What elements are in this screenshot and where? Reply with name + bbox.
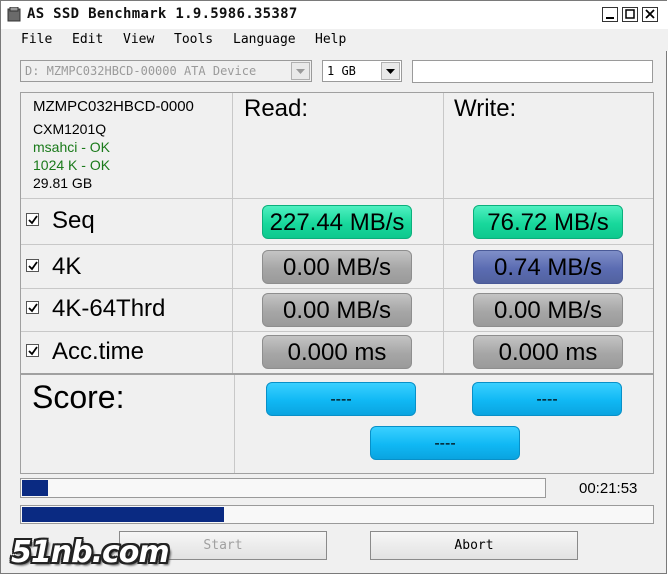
device-model: MZMPC032HBCD-0000 xyxy=(33,98,194,115)
4k-read-value: 0.00 MB/s xyxy=(262,250,412,284)
app-icon xyxy=(7,7,21,22)
maximize-icon xyxy=(625,9,635,19)
menu-bar: File Edit View Tools Language Help xyxy=(1,29,668,51)
drive-select-value: D: MZMPC032HBCD-00000 ATA Device xyxy=(25,64,257,78)
alignment-status: 1024 K - OK xyxy=(33,157,111,173)
total-progress-fill xyxy=(22,507,224,522)
seq-read-value: 227.44 MB/s xyxy=(262,205,412,239)
write-column-header: Write: xyxy=(454,95,517,122)
score-label: Score: xyxy=(32,379,125,415)
acctime-checkbox[interactable] xyxy=(26,344,39,357)
row-label-acctime: Acc.time xyxy=(52,338,145,365)
grid-divider xyxy=(21,198,653,199)
4k64-checkbox[interactable] xyxy=(26,301,39,314)
grid-divider xyxy=(21,244,653,245)
size-select-value: 1 GB xyxy=(327,64,356,78)
chevron-down-icon xyxy=(386,69,395,74)
checkmark-icon xyxy=(28,346,38,356)
read-column-header: Read: xyxy=(244,95,309,122)
menu-language[interactable]: Language xyxy=(233,32,296,47)
score-total-value: ---- xyxy=(370,426,520,460)
title-bar[interactable]: AS SSD Benchmark 1.9.5986.35387 xyxy=(1,1,668,29)
grid-divider xyxy=(21,373,653,375)
drive-select-arrow[interactable] xyxy=(291,62,310,80)
watermark-logo: 51nb.com xyxy=(11,535,170,570)
current-progress-bar xyxy=(20,478,546,498)
size-select-arrow[interactable] xyxy=(381,62,400,80)
driver-status: msahci - OK xyxy=(33,139,111,155)
row-label-4k64: 4K-64Thrd xyxy=(52,295,166,322)
total-progress-bar xyxy=(20,505,654,524)
score-read-value: ---- xyxy=(266,382,416,416)
seq-write-value: 76.72 MB/s xyxy=(473,205,623,239)
acctime-read-value: 0.000 ms xyxy=(262,335,412,369)
device-capacity: 29.81 GB xyxy=(33,175,93,191)
close-button[interactable] xyxy=(642,7,658,22)
abort-button[interactable]: Abort xyxy=(370,531,578,560)
seq-checkbox[interactable] xyxy=(26,213,39,226)
checkmark-icon xyxy=(28,261,38,271)
checkmark-icon xyxy=(28,215,38,225)
chevron-down-icon xyxy=(296,69,305,74)
minimize-button[interactable] xyxy=(602,7,618,22)
info-field[interactable] xyxy=(412,60,653,83)
acctime-write-value: 0.000 ms xyxy=(473,335,623,369)
4k-write-value: 0.74 MB/s xyxy=(473,250,623,284)
maximize-button[interactable] xyxy=(622,7,638,22)
4k64-write-value: 0.00 MB/s xyxy=(473,293,623,327)
menu-view[interactable]: View xyxy=(123,32,154,47)
grid-divider xyxy=(21,288,653,289)
menu-tools[interactable]: Tools xyxy=(174,32,213,47)
4k64-read-value: 0.00 MB/s xyxy=(262,293,412,327)
current-progress-fill xyxy=(22,480,48,496)
drive-select[interactable]: D: MZMPC032HBCD-00000 ATA Device xyxy=(20,60,312,82)
grid-divider xyxy=(21,331,653,332)
row-label-4k: 4K xyxy=(52,253,82,280)
menu-file[interactable]: File xyxy=(21,32,52,47)
device-firmware: CXM1201Q xyxy=(33,121,107,137)
minimize-icon xyxy=(606,17,614,19)
grid-divider xyxy=(234,375,235,473)
window-title: AS SSD Benchmark 1.9.5986.35387 xyxy=(27,6,298,22)
row-label-seq: Seq xyxy=(52,207,95,234)
menu-help[interactable]: Help xyxy=(315,32,346,47)
close-icon xyxy=(645,9,655,19)
app-window: AS SSD Benchmark 1.9.5986.35387 File Edi… xyxy=(0,0,668,574)
elapsed-time: 00:21:53 xyxy=(579,480,638,497)
4k-checkbox[interactable] xyxy=(26,259,39,272)
size-select[interactable]: 1 GB xyxy=(322,60,402,82)
checkmark-icon xyxy=(28,303,38,313)
menu-edit[interactable]: Edit xyxy=(72,32,103,47)
score-write-value: ---- xyxy=(472,382,622,416)
